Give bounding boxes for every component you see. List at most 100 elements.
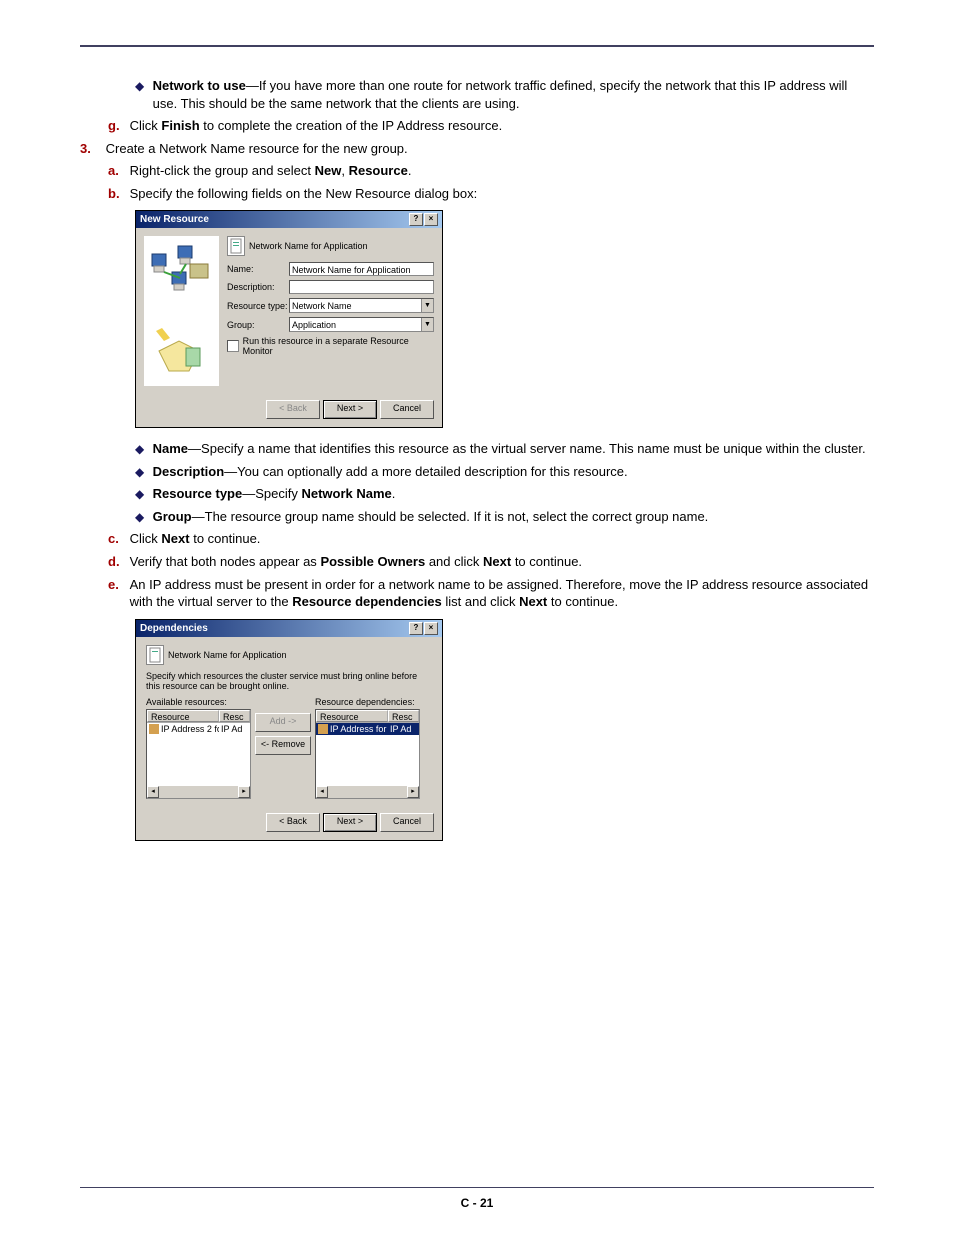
scroll-right-icon[interactable]: ▸ bbox=[407, 786, 419, 798]
bold: Next bbox=[483, 554, 511, 569]
text: —You can optionally add a more detailed … bbox=[224, 464, 627, 479]
bold: Network Name bbox=[301, 486, 391, 501]
step-letter: b. bbox=[108, 185, 126, 203]
cancel-button[interactable]: Cancel bbox=[380, 400, 434, 419]
help-icon[interactable]: ? bbox=[409, 213, 423, 226]
bullet-item: ◆ Description—You can optionally add a m… bbox=[135, 463, 874, 481]
text: Click bbox=[130, 531, 162, 546]
page-number: C - 21 bbox=[461, 1196, 494, 1210]
item-name: IP Address for Appli... bbox=[330, 724, 388, 734]
step-letter: e. bbox=[108, 576, 126, 594]
instructions: Specify which resources the cluster serv… bbox=[146, 671, 432, 691]
next-button[interactable]: Next > bbox=[323, 400, 377, 419]
step-3e: e. An IP address must be present in orde… bbox=[108, 576, 874, 611]
col-header[interactable]: Resource bbox=[316, 710, 388, 722]
step-3a: a. Right-click the group and select New,… bbox=[108, 162, 874, 180]
text: Click bbox=[130, 118, 162, 133]
titlebar: Dependencies ? × bbox=[136, 620, 442, 637]
step-3c: c. Click Next to continue. bbox=[108, 530, 874, 548]
diamond-icon: ◆ bbox=[135, 509, 149, 525]
close-icon[interactable]: × bbox=[424, 622, 438, 635]
col-header[interactable]: Resc bbox=[219, 710, 250, 722]
text: Create a Network Name resource for the n… bbox=[106, 140, 870, 158]
bold: Resource dependencies bbox=[292, 594, 442, 609]
text: . bbox=[408, 163, 412, 178]
bold: New bbox=[315, 163, 342, 178]
dependencies-label: Resource dependencies: bbox=[315, 697, 420, 707]
step-number: 3. bbox=[80, 140, 102, 158]
next-button[interactable]: Next > bbox=[323, 813, 377, 832]
description-input[interactable] bbox=[289, 280, 434, 294]
back-button[interactable]: < Back bbox=[266, 813, 320, 832]
scroll-left-icon[interactable]: ◂ bbox=[147, 786, 159, 798]
chevron-down-icon[interactable]: ▼ bbox=[421, 318, 433, 331]
text: —Specify bbox=[242, 486, 301, 501]
text: —Specify a name that identifies this res… bbox=[188, 441, 866, 456]
col-header[interactable]: Resc bbox=[388, 710, 419, 722]
select-value: Application bbox=[292, 320, 336, 330]
bold: Next bbox=[161, 531, 189, 546]
step-3b: b. Specify the following fields on the N… bbox=[108, 185, 874, 203]
text: to continue. bbox=[190, 531, 261, 546]
group-label: Group: bbox=[227, 320, 289, 330]
scrollbar[interactable]: ◂ ▸ bbox=[316, 786, 419, 798]
text: to complete the creation of the IP Addre… bbox=[200, 118, 503, 133]
scrollbar[interactable]: ◂ ▸ bbox=[147, 786, 250, 798]
text: —The resource group name should be selec… bbox=[192, 509, 709, 524]
diamond-icon: ◆ bbox=[135, 486, 149, 502]
list-item[interactable]: IP Address for Appli... IP Ad bbox=[316, 723, 419, 735]
text: , bbox=[341, 163, 348, 178]
bold: Possible Owners bbox=[320, 554, 425, 569]
help-icon[interactable]: ? bbox=[409, 622, 423, 635]
dialog-heading: Network Name for Application bbox=[168, 650, 287, 660]
text: to continue. bbox=[511, 554, 582, 569]
bold: Resource bbox=[349, 163, 408, 178]
titlebar: New Resource ? × bbox=[136, 211, 442, 228]
bold: Name bbox=[153, 441, 188, 456]
name-label: Name: bbox=[227, 264, 289, 274]
document-icon bbox=[227, 236, 245, 256]
name-input[interactable]: Network Name for Application bbox=[289, 262, 434, 276]
remove-button[interactable]: <- Remove bbox=[255, 736, 311, 755]
scroll-left-icon[interactable]: ◂ bbox=[316, 786, 328, 798]
item-type: IP Ad bbox=[221, 724, 242, 734]
text: list and click bbox=[442, 594, 519, 609]
bold: Finish bbox=[161, 118, 199, 133]
available-listbox[interactable]: Resource Resc IP Address 2 for Ap... IP … bbox=[146, 709, 251, 799]
cancel-button[interactable]: Cancel bbox=[380, 813, 434, 832]
chevron-down-icon[interactable]: ▼ bbox=[421, 299, 433, 312]
bullet-bold: Network to use bbox=[153, 78, 246, 93]
bullet-text: —If you have more than one route for net… bbox=[153, 78, 848, 111]
separate-monitor-checkbox[interactable] bbox=[227, 340, 239, 352]
page-footer: C - 21 bbox=[80, 1187, 874, 1210]
dependencies-listbox[interactable]: Resource Resc IP Address for Appli... IP… bbox=[315, 709, 420, 799]
add-button: Add -> bbox=[255, 713, 311, 732]
dialog-heading: Network Name for Application bbox=[249, 241, 368, 251]
col-header[interactable]: Resource bbox=[147, 710, 219, 722]
wizard-image bbox=[144, 236, 219, 386]
resource-icon bbox=[149, 724, 159, 734]
resource-icon bbox=[318, 724, 328, 734]
list-item[interactable]: IP Address 2 for Ap... IP Ad bbox=[147, 723, 250, 735]
checkbox-label: Run this resource in a separate Resource… bbox=[243, 336, 434, 356]
text: to continue. bbox=[547, 594, 618, 609]
available-label: Available resources: bbox=[146, 697, 251, 707]
new-resource-dialog: New Resource ? × bbox=[135, 210, 443, 428]
item-name: IP Address 2 for Ap... bbox=[161, 724, 219, 734]
close-icon[interactable]: × bbox=[424, 213, 438, 226]
bullet-item: ◆ Network to use—If you have more than o… bbox=[135, 77, 874, 112]
back-button: < Back bbox=[266, 400, 320, 419]
resource-type-select[interactable]: Network Name ▼ bbox=[289, 298, 434, 313]
description-label: Description: bbox=[227, 282, 289, 292]
bold: Description bbox=[153, 464, 225, 479]
diamond-icon: ◆ bbox=[135, 441, 149, 457]
group-select[interactable]: Application ▼ bbox=[289, 317, 434, 332]
scroll-right-icon[interactable]: ▸ bbox=[238, 786, 250, 798]
step-letter: d. bbox=[108, 553, 126, 571]
step-letter: c. bbox=[108, 530, 126, 548]
bold: Resource type bbox=[153, 486, 243, 501]
step-3d: d. Verify that both nodes appear as Poss… bbox=[108, 553, 874, 571]
top-rule bbox=[80, 45, 874, 47]
text: Verify that both nodes appear as bbox=[130, 554, 321, 569]
step-letter: g. bbox=[108, 117, 126, 135]
